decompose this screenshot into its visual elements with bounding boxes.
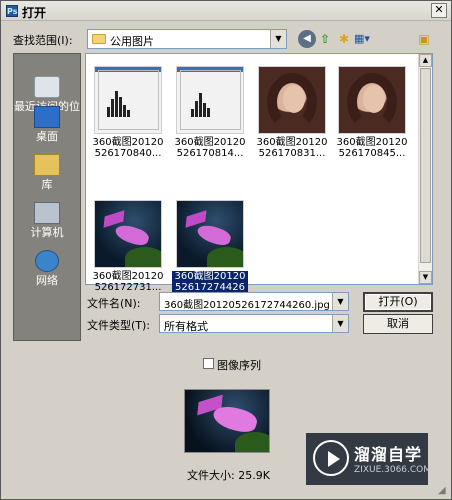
image-sequence-label: 图像序列 <box>217 359 261 372</box>
desktop-icon <box>34 106 60 128</box>
view-menu-icon[interactable]: ▦▾ <box>352 30 372 48</box>
file-thumbnail <box>176 200 244 268</box>
watermark-logo: 溜溜自学 ZIXUE.3066.COM <box>306 433 432 485</box>
filetype-label: 文件类型(T): <box>87 319 151 332</box>
vertical-scrollbar[interactable]: ▲ ▼ <box>418 54 432 284</box>
chevron-down-icon[interactable]: ▼ <box>332 293 348 310</box>
scroll-thumb[interactable] <box>420 68 431 263</box>
watermark-url: ZIXUE.3066.COM <box>354 465 432 475</box>
place-library[interactable]: 库 <box>14 154 80 191</box>
new-folder-icon[interactable]: ✱ <box>335 30 353 48</box>
file-size-text: 文件大小: 25.9K <box>187 469 270 482</box>
filetype-value: 所有格式 <box>164 320 208 333</box>
cancel-button[interactable]: 取消 <box>363 314 433 334</box>
filename-value: 360截图20120526172744260.jpg <box>164 300 330 311</box>
file-list[interactable]: 360截图20120526170840... 360截图201205261708… <box>85 53 433 304</box>
file-name: 360截图20120526170831... <box>256 137 328 159</box>
place-computer[interactable]: 计算机 <box>14 202 80 239</box>
title-bar[interactable]: Ps 打开 ✕ <box>1 1 451 21</box>
file-thumbnail <box>94 66 162 134</box>
filename-label: 文件名(N): <box>87 297 141 310</box>
file-thumbnail <box>176 66 244 134</box>
close-button[interactable]: ✕ <box>431 3 447 18</box>
place-label: 桌面 <box>36 130 58 143</box>
place-desktop[interactable]: 桌面 <box>14 106 80 143</box>
places-bar: 最近访问的位置 桌面 库 计算机 网络 <box>13 53 81 341</box>
file-name: 360截图20120526170814... <box>174 137 246 159</box>
place-label: 网络 <box>36 274 58 287</box>
file-thumbnail <box>258 66 326 134</box>
open-dialog: Ps 打开 ✕ 查找范围(I): 公用图片 ▼ ◀ ⇧ ✱ ▦▾ ▣ 最近访问的… <box>0 0 452 500</box>
look-in-value: 公用图片 <box>110 35 154 48</box>
chevron-down-icon[interactable]: ▼ <box>332 315 348 332</box>
watermark-title: 溜溜自学 <box>354 445 423 464</box>
look-in-label: 查找范围(I): <box>13 34 73 47</box>
file-item[interactable]: 360截图20120526170831... <box>254 66 330 174</box>
scroll-up-icon[interactable]: ▲ <box>419 54 432 67</box>
folder-icon <box>92 34 106 44</box>
play-logo-icon <box>313 440 349 476</box>
file-item[interactable]: 360截图20120526172731... <box>90 200 166 308</box>
back-icon[interactable]: ◀ <box>298 30 316 48</box>
library-icon <box>34 154 60 176</box>
photoshop-app-icon: Ps <box>6 5 18 17</box>
network-icon <box>35 250 59 272</box>
scroll-down-icon[interactable]: ▼ <box>419 271 432 284</box>
image-sequence-checkbox[interactable] <box>203 358 214 369</box>
look-in-dropdown[interactable]: 公用图片 ▼ <box>87 29 287 49</box>
file-item[interactable]: 360截图20120526170814... <box>172 66 248 174</box>
computer-icon <box>34 202 60 224</box>
place-label: 计算机 <box>30 226 64 239</box>
recent-places-icon <box>34 76 60 98</box>
folder-shortcut-icon[interactable]: ▣ <box>415 30 433 48</box>
filename-input[interactable]: 360截图20120526172744260.jpg ▼ <box>159 292 349 311</box>
file-thumbnail <box>94 200 162 268</box>
place-label: 库 <box>41 178 53 191</box>
image-preview <box>184 389 270 453</box>
file-thumbnail <box>338 66 406 134</box>
place-network[interactable]: 网络 <box>14 250 80 287</box>
file-name: 360截图20120526170845... <box>336 137 408 159</box>
window-title: 打开 <box>22 6 47 20</box>
file-name: 360截图20120526172731... <box>92 271 164 293</box>
file-item[interactable]: 360截图20120526170840... <box>90 66 166 174</box>
chevron-down-icon[interactable]: ▼ <box>270 30 286 48</box>
file-name: 360截图20120526170840... <box>92 137 164 159</box>
resize-grip-icon[interactable]: ◢ <box>438 485 450 497</box>
up-folder-icon[interactable]: ⇧ <box>316 30 334 48</box>
filetype-select[interactable]: 所有格式 ▼ <box>159 314 349 333</box>
file-item[interactable]: 360截图20120526170845... <box>334 66 410 174</box>
open-button[interactable]: 打开(O) <box>363 292 433 312</box>
